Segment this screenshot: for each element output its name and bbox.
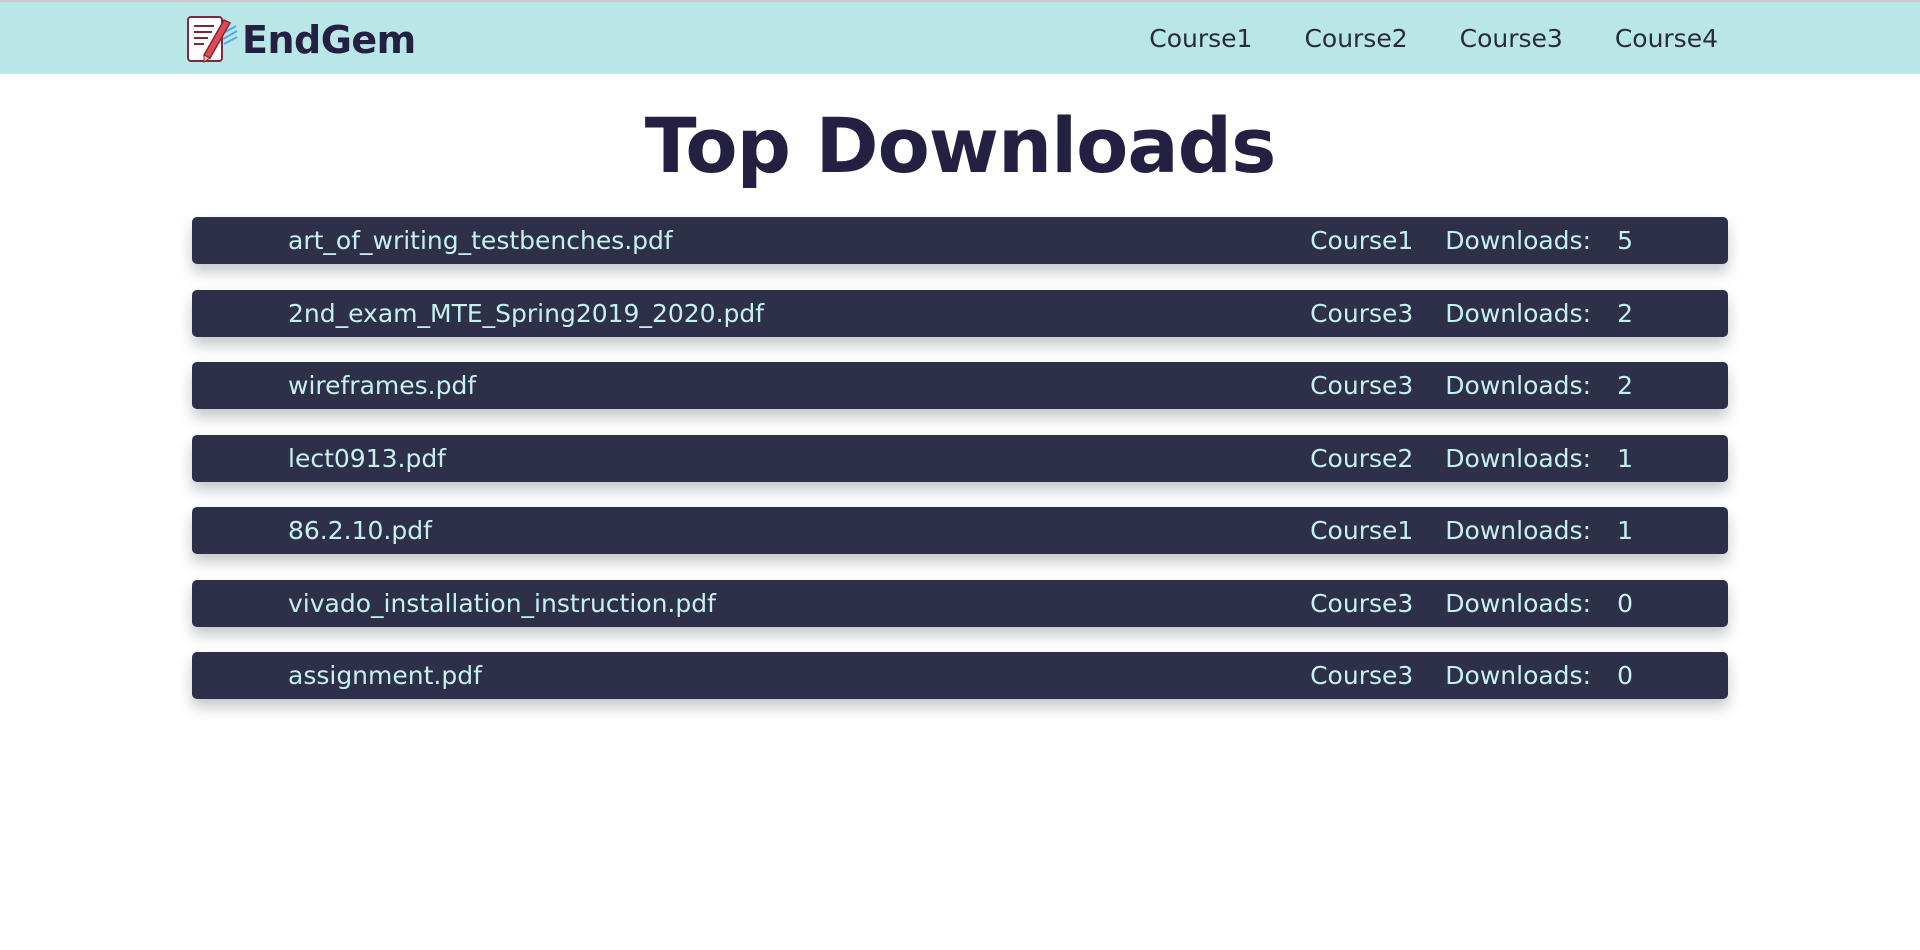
- downloads-count: 0: [1617, 661, 1633, 690]
- downloads-label: Downloads:: [1445, 516, 1591, 545]
- downloads-count: 5: [1617, 226, 1633, 255]
- download-row[interactable]: 86.2.10.pdf Course1 Downloads: 1: [192, 507, 1728, 554]
- file-name: lect0913.pdf: [288, 443, 446, 473]
- file-name: assignment.pdf: [288, 661, 482, 690]
- downloads-label: Downloads:: [1445, 298, 1591, 328]
- course-label: Course2: [1310, 443, 1414, 473]
- downloads-count: 1: [1617, 443, 1633, 473]
- brand-name: EndGem: [242, 18, 416, 62]
- file-name: art_of_writing_testbenches.pdf: [288, 226, 673, 255]
- downloads-label: Downloads:: [1445, 226, 1591, 255]
- course-label: Course3: [1310, 371, 1414, 400]
- file-meta: Course3 Downloads: 2: [1310, 299, 1633, 328]
- nav-link-course3[interactable]: Course3: [1460, 24, 1563, 53]
- downloads-count: 0: [1617, 588, 1633, 618]
- course-label: Course3: [1310, 588, 1414, 618]
- download-row[interactable]: art_of_writing_testbenches.pdf Course1 D…: [192, 217, 1728, 264]
- download-row[interactable]: assignment.pdf Course3 Downloads: 0: [192, 652, 1728, 699]
- top-downloads-list: art_of_writing_testbenches.pdf Course1 D…: [192, 217, 1728, 725]
- downloads-label: Downloads:: [1445, 371, 1591, 400]
- page-title: Top Downloads: [644, 101, 1277, 190]
- file-meta: Course3 Downloads: 0: [1310, 589, 1633, 618]
- course-label: Course1: [1310, 516, 1414, 545]
- downloads-label: Downloads:: [1445, 443, 1591, 473]
- file-meta: Course3 Downloads: 0: [1310, 661, 1633, 690]
- downloads-count: 1: [1617, 516, 1633, 545]
- download-row[interactable]: 2nd_exam_MTE_Spring2019_2020.pdf Course3…: [192, 289, 1728, 337]
- download-row[interactable]: wireframes.pdf Course3 Downloads: 2: [192, 362, 1728, 409]
- downloads-count: 2: [1617, 371, 1633, 400]
- brand-home-link[interactable]: EndGem: [186, 14, 416, 66]
- notepad-pencil-icon: [187, 16, 238, 63]
- file-name: 86.2.10.pdf: [288, 516, 432, 545]
- file-meta: Course2 Downloads: 1: [1310, 444, 1633, 473]
- course-nav: Course1 Course2 Course3 Course4: [1097, 2, 1718, 74]
- top-navbar: EndGem Course1 Course2 Course3 Course4: [0, 0, 1920, 74]
- downloads-count: 2: [1617, 298, 1633, 328]
- course-label: Course3: [1310, 298, 1414, 328]
- file-name: 2nd_exam_MTE_Spring2019_2020.pdf: [288, 298, 765, 328]
- file-name: vivado_installation_instruction.pdf: [288, 588, 716, 618]
- downloads-label: Downloads:: [1445, 588, 1591, 618]
- course-label: Course3: [1310, 661, 1414, 690]
- file-meta: Course3 Downloads: 2: [1310, 371, 1633, 400]
- nav-link-course2[interactable]: Course2: [1304, 24, 1407, 53]
- download-row[interactable]: vivado_installation_instruction.pdf Cour…: [192, 579, 1728, 627]
- file-meta: Course1 Downloads: 5: [1310, 226, 1633, 255]
- course-label: Course1: [1310, 226, 1414, 255]
- nav-link-course4[interactable]: Course4: [1615, 24, 1718, 53]
- file-name: wireframes.pdf: [288, 371, 477, 400]
- downloads-label: Downloads:: [1445, 661, 1591, 690]
- file-meta: Course1 Downloads: 1: [1310, 516, 1633, 545]
- nav-link-course1[interactable]: Course1: [1149, 24, 1252, 53]
- download-row[interactable]: lect0913.pdf Course2 Downloads: 1: [192, 434, 1728, 482]
